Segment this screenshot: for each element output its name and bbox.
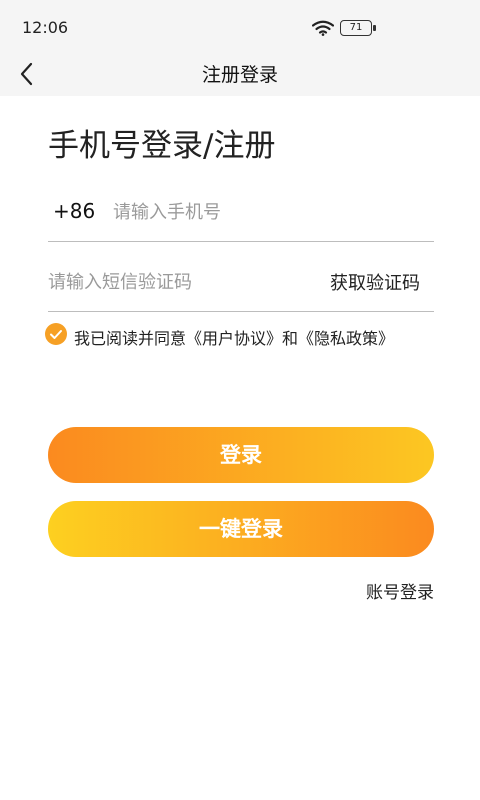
nav-bar: 注册登录 [0,52,480,96]
status-time: 12:06 [22,18,69,37]
agreement-text[interactable]: 我已阅读并同意《用户协议》和《隐私政策》 [74,325,394,349]
agreement-row: 我已阅读并同意《用户协议》和《隐私政策》 [45,322,445,348]
country-code[interactable]: +86 [53,199,95,223]
sms-code-input[interactable] [48,267,308,297]
login-heading: 手机号登录/注册 [48,128,276,164]
phone-input[interactable] [113,197,413,227]
account-login-link[interactable]: 账号登录 [366,578,434,603]
wifi-icon [312,20,334,36]
agreement-checkbox[interactable] [45,323,67,345]
battery-indicator: 71 [340,20,376,36]
one-click-login-button[interactable]: 一键登录 [48,501,434,557]
phone-row: +86 [48,185,434,242]
login-button[interactable]: 登录 [48,427,434,483]
checkmark-icon [50,330,62,339]
get-code-button[interactable]: 获取验证码 [330,269,420,295]
code-row: 获取验证码 [48,255,434,312]
page-title: 注册登录 [201,64,278,86]
status-bar: 12:06 71 [0,0,480,52]
battery-level: 71 [349,22,363,33]
